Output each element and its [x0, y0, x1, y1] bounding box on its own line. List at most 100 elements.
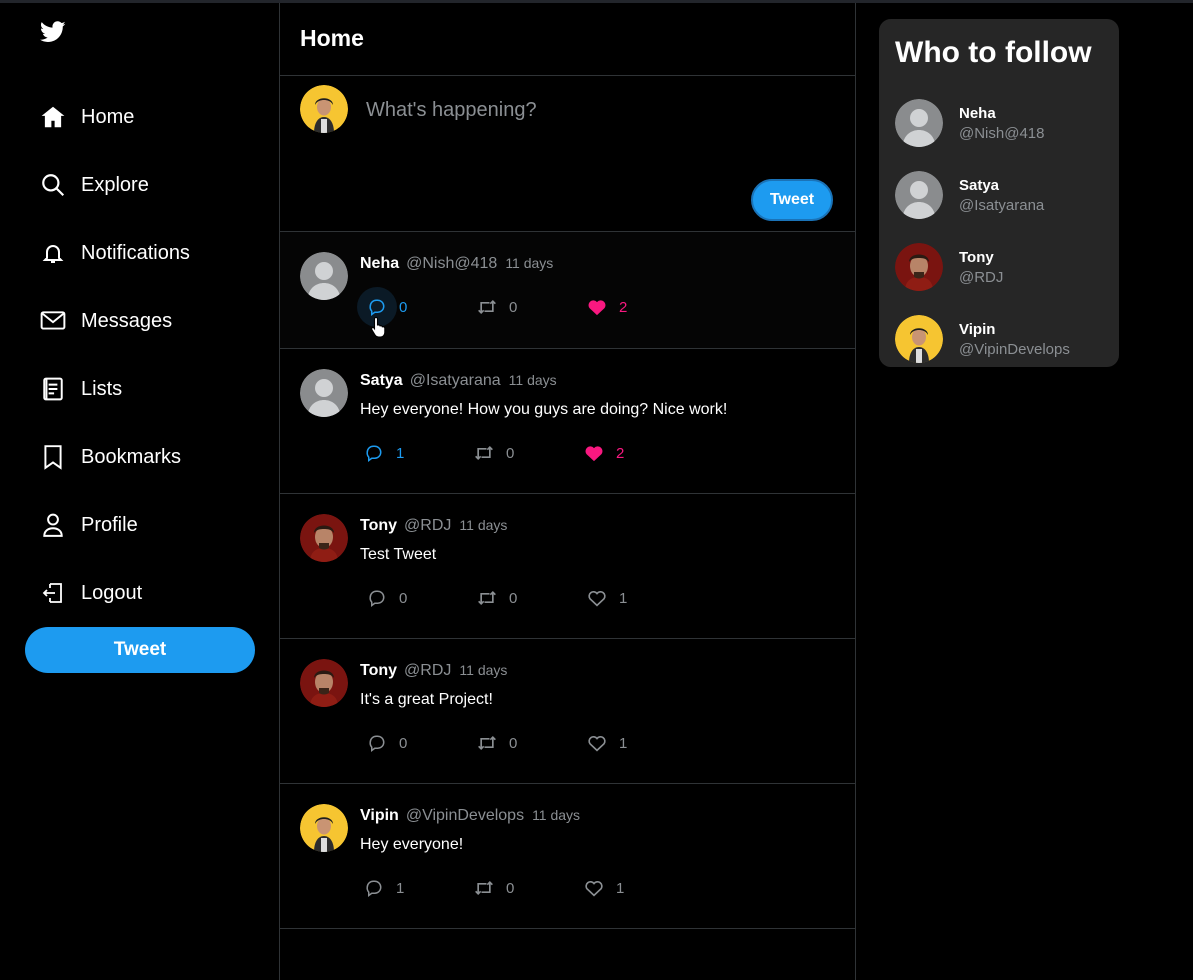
- suggestion-handle: @VipinDevelops: [959, 340, 1070, 358]
- tweet-text: Test Tweet: [360, 546, 437, 563]
- suggestion-name: Tony: [959, 248, 994, 266]
- avatar[interactable]: [300, 659, 348, 707]
- retweet-count: 0: [506, 444, 515, 462]
- tweet-actions: 0 0 1: [367, 733, 697, 753]
- tweet-author-name[interactable]: Neha: [360, 255, 399, 273]
- retweet-icon: [477, 297, 497, 317]
- tweet-author-handle: @RDJ: [404, 517, 452, 534]
- tweet-item[interactable]: Satya @Isatyarana 11 days Hey everyone! …: [280, 349, 855, 494]
- follow-suggestion[interactable]: Vipin @VipinDevelops: [895, 303, 1070, 375]
- heart-filled-icon: [584, 443, 604, 463]
- avatar[interactable]: [300, 369, 348, 417]
- reply-icon: [367, 733, 387, 753]
- like-button[interactable]: 1: [587, 588, 697, 608]
- who-to-follow-panel: Who to follow Neha @Nish@418 Satya @Isat…: [879, 19, 1119, 367]
- like-count: 2: [619, 298, 628, 316]
- sidebar-item-explore[interactable]: Explore: [40, 151, 190, 219]
- user-icon: [40, 512, 66, 538]
- reply-button[interactable]: 0: [367, 588, 477, 608]
- sidebar-item-notifications[interactable]: Notifications: [40, 219, 190, 287]
- suggestion-handle: @Isatyarana: [959, 196, 1045, 214]
- like-count: 1: [616, 879, 625, 897]
- avatar[interactable]: [300, 252, 348, 300]
- avatar[interactable]: [895, 243, 943, 291]
- avatar[interactable]: [895, 99, 943, 147]
- sidebar-item-label: Notifications: [81, 241, 190, 264]
- reply-button[interactable]: 1: [364, 443, 474, 463]
- tweet-timestamp: 11 days: [505, 255, 554, 271]
- reply-button[interactable]: 0: [367, 733, 477, 753]
- bookmark-icon: [40, 444, 66, 470]
- follow-suggestion[interactable]: Satya @Isatyarana: [895, 159, 1070, 231]
- retweet-button[interactable]: 0: [477, 297, 587, 317]
- tweet-actions: 1 0 2: [364, 443, 694, 463]
- reply-button[interactable]: 0: [357, 287, 477, 327]
- tweet-author-handle: @Isatyarana: [409, 372, 501, 389]
- suggestion-name: Vipin: [959, 320, 996, 338]
- tweet-author-handle: @Nish@418: [406, 255, 498, 272]
- avatar[interactable]: [895, 315, 943, 363]
- tweet-text: Hey everyone!: [360, 836, 464, 853]
- sidebar-item-lists[interactable]: Lists: [40, 355, 190, 423]
- retweet-button[interactable]: 0: [477, 733, 587, 753]
- suggestion-handle: @Nish@418: [959, 124, 1045, 142]
- reply-count: 1: [396, 879, 405, 897]
- tweet-author-name[interactable]: Tony: [360, 662, 397, 680]
- follow-suggestion[interactable]: Tony @RDJ: [895, 231, 1070, 303]
- sidebar-item-logout[interactable]: Logout: [40, 559, 190, 627]
- like-button[interactable]: 1: [584, 878, 694, 898]
- compose-tweet-button[interactable]: Tweet: [751, 179, 833, 221]
- main-feed: Home Tweet Neha @Nish@418 11 days 0 0: [279, 3, 856, 980]
- tweet-author-name[interactable]: Vipin: [360, 807, 399, 825]
- tweet-author-name[interactable]: Tony: [360, 517, 397, 535]
- hand-cursor-icon: [370, 316, 388, 343]
- reply-icon: [357, 287, 397, 327]
- compose-input[interactable]: [364, 98, 808, 123]
- avatar[interactable]: [300, 85, 348, 133]
- sidebar-item-bookmarks[interactable]: Bookmarks: [40, 423, 190, 491]
- sidebar: Home Explore Notifications Messages List…: [0, 3, 279, 980]
- tweet-item[interactable]: Tony @RDJ 11 days Test Tweet 0 0 1: [280, 494, 855, 639]
- sidebar-item-profile[interactable]: Profile: [40, 491, 190, 559]
- reply-count: 0: [399, 734, 408, 752]
- reply-button[interactable]: 1: [364, 878, 474, 898]
- retweet-icon: [477, 588, 497, 608]
- tweet-item[interactable]: Tony @RDJ 11 days It's a great Project! …: [280, 639, 855, 784]
- home-icon: [40, 104, 66, 130]
- avatar[interactable]: [300, 804, 348, 852]
- sidebar-item-label: Lists: [81, 377, 123, 400]
- twitter-logo-icon[interactable]: [39, 21, 66, 43]
- like-button[interactable]: 1: [587, 733, 697, 753]
- suggestion-name: Satya: [959, 176, 1000, 194]
- sidebar-item-messages[interactable]: Messages: [40, 287, 190, 355]
- retweet-count: 0: [506, 879, 515, 897]
- like-button[interactable]: 2: [584, 443, 694, 463]
- tweet-text: It's a great Project!: [360, 691, 493, 708]
- suggestion-name: Neha: [959, 104, 996, 122]
- retweet-button[interactable]: 0: [474, 443, 584, 463]
- reply-icon: [364, 878, 384, 898]
- who-to-follow-list: Neha @Nish@418 Satya @Isatyarana Tony @R…: [895, 87, 1070, 375]
- like-button[interactable]: 2: [587, 297, 697, 317]
- sidebar-tweet-button[interactable]: Tweet: [25, 627, 255, 673]
- reply-count: 0: [399, 589, 408, 607]
- page-title: Home: [300, 25, 364, 51]
- avatar[interactable]: [895, 171, 943, 219]
- tweet-actions: 0 0 2: [357, 287, 697, 327]
- sidebar-item-label: Explore: [81, 173, 149, 196]
- retweet-icon: [474, 878, 494, 898]
- reply-icon: [367, 588, 387, 608]
- retweet-button[interactable]: 0: [474, 878, 584, 898]
- tweet-author-handle: @RDJ: [404, 662, 452, 679]
- heart-filled-icon: [587, 297, 607, 317]
- tweet-author-handle: @VipinDevelops: [405, 807, 525, 824]
- retweet-button[interactable]: 0: [477, 588, 587, 608]
- follow-suggestion[interactable]: Neha @Nish@418: [895, 87, 1070, 159]
- sidebar-item-home[interactable]: Home: [40, 83, 190, 151]
- avatar[interactable]: [300, 514, 348, 562]
- tweet-item[interactable]: Vipin @VipinDevelops 11 days Hey everyon…: [280, 784, 855, 929]
- tweet-author-name[interactable]: Satya: [360, 372, 403, 390]
- tweet-actions: 1 0 1: [364, 878, 694, 898]
- tweet-item[interactable]: Neha @Nish@418 11 days 0 0 2: [280, 232, 855, 349]
- retweet-count: 0: [509, 298, 518, 316]
